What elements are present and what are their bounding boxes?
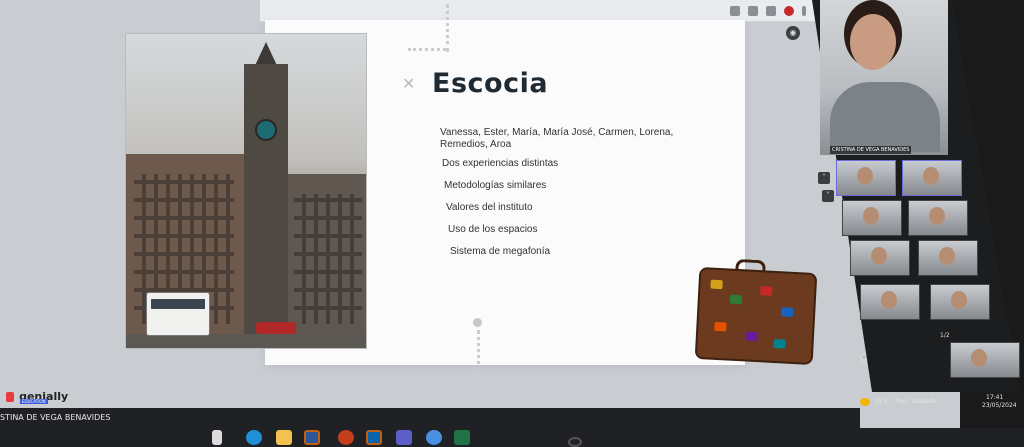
dotted-line-bottom bbox=[477, 330, 480, 390]
genially-logo-icon bbox=[6, 391, 14, 402]
clock-tower bbox=[244, 64, 288, 334]
suitcase-handle bbox=[735, 258, 766, 273]
share-icon[interactable] bbox=[748, 6, 758, 16]
weather-text: Parc. soleado bbox=[896, 398, 936, 405]
dotted-line-top bbox=[446, 4, 449, 52]
profile-icon[interactable] bbox=[784, 6, 794, 16]
car-icon bbox=[256, 322, 296, 334]
clock-date: 23/05/2024 bbox=[982, 402, 1017, 409]
bullet-names: Vanessa, Ester, María, María José, Carme… bbox=[440, 127, 674, 150]
street bbox=[126, 334, 366, 348]
app-icon[interactable] bbox=[426, 430, 442, 445]
brand-tag: EDUCATION bbox=[20, 399, 48, 404]
taskbar bbox=[0, 428, 1024, 447]
edge-icon[interactable] bbox=[246, 430, 262, 445]
decorative-dot bbox=[473, 318, 482, 327]
minimize-icon[interactable] bbox=[730, 6, 740, 16]
bus-icon bbox=[146, 292, 210, 336]
file-explorer-icon[interactable] bbox=[276, 430, 292, 445]
genially-logo: genially EDUCATION bbox=[6, 386, 68, 405]
presenter-bar bbox=[0, 408, 860, 428]
menu-icon[interactable] bbox=[802, 6, 806, 16]
building-right bbox=[288, 174, 366, 348]
powerpoint-icon[interactable] bbox=[338, 430, 354, 445]
participant-tile[interactable] bbox=[930, 284, 990, 320]
word-icon[interactable] bbox=[304, 430, 320, 445]
participant-tile[interactable] bbox=[850, 240, 910, 276]
page-indicator: 1/2 bbox=[940, 332, 950, 339]
bullet-experiencias: Dos experiencias distintas bbox=[442, 158, 559, 169]
suitcase-illustration bbox=[694, 258, 818, 366]
outlook-icon[interactable] bbox=[366, 430, 382, 445]
scroll-down-icon[interactable]: ˅ bbox=[822, 190, 834, 202]
speaker-avatar bbox=[850, 14, 896, 70]
participant-tile[interactable] bbox=[902, 160, 962, 196]
browser-toolbar bbox=[260, 0, 820, 22]
participant-tile[interactable] bbox=[842, 200, 902, 236]
temperature: 15°C bbox=[874, 398, 889, 405]
task-view-icon[interactable] bbox=[212, 430, 222, 445]
extensions-icon[interactable] bbox=[766, 6, 776, 16]
participant-tile[interactable] bbox=[918, 240, 978, 276]
clock-time: 17:41 bbox=[986, 394, 1004, 401]
bullet-valores: Valores del instituto bbox=[446, 202, 533, 213]
participant-tile[interactable] bbox=[860, 284, 920, 320]
teams-icon[interactable] bbox=[396, 430, 412, 445]
recording-icon[interactable]: ◉ bbox=[786, 26, 800, 40]
glasgow-tower-photo bbox=[125, 33, 367, 349]
participant-tile[interactable] bbox=[908, 200, 968, 236]
participant-tile[interactable] bbox=[950, 342, 1020, 378]
hp-logo-icon bbox=[568, 437, 582, 447]
cross-decoration-icon: ✕ bbox=[402, 74, 416, 93]
scroll-up-icon[interactable]: ˄ bbox=[818, 172, 830, 184]
slide-title: Escocia bbox=[432, 68, 549, 99]
bullet-megafonia: Sistema de megafonía bbox=[450, 246, 551, 257]
presenter-caption: STINA DE VEGA BENAVIDES bbox=[0, 413, 111, 422]
bullet-metodologias: Metodologías similares bbox=[444, 180, 547, 191]
dotted-line-mid bbox=[408, 48, 446, 51]
sun-cloud-icon bbox=[860, 398, 870, 406]
speaker-body bbox=[830, 82, 940, 152]
clock-icon bbox=[255, 119, 277, 141]
bullet-espacios: Uso de los espacios bbox=[448, 224, 538, 235]
excel-icon[interactable] bbox=[454, 430, 470, 445]
main-speaker-name: CRISTINA DE VEGA BENAVIDES bbox=[830, 146, 912, 154]
participant-tile[interactable] bbox=[836, 160, 896, 196]
